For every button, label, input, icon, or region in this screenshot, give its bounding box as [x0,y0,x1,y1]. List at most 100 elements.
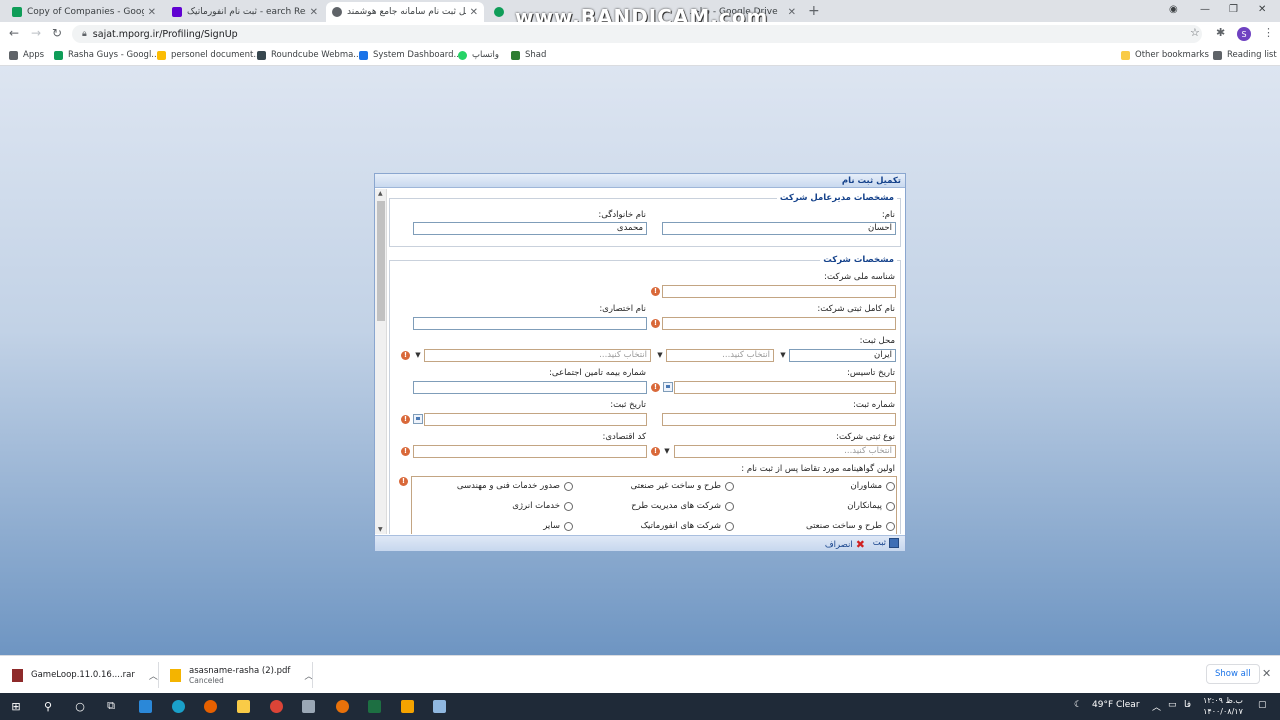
chrome-icon[interactable] [268,698,284,714]
radio-circle[interactable] [564,481,573,491]
calendar-icon[interactable] [413,414,423,424]
radio-informatics[interactable]: شرکت های انفورماتیک [640,521,734,531]
last-name-input[interactable]: محمدی [413,222,647,235]
reading-list[interactable]: Reading list [1213,50,1277,60]
tab-signup[interactable]: تکمیل ثبت نام سامانه جامع هوشمند ✕ [326,2,484,22]
show-all-button[interactable]: Show all [1206,664,1260,684]
cancel-button[interactable]: ✖ انصراف [825,538,865,551]
bookmark-personel[interactable]: personel document... [157,50,261,60]
tab-search-results[interactable]: ثبت نام انفورماتیک - earch Results ✕ [166,2,324,22]
radio-circle[interactable] [564,501,573,511]
radio-energy-services[interactable]: خدمات انرژی [512,501,573,511]
minimize-icon[interactable]: — [1200,4,1210,15]
forward-arrow-icon[interactable]: → [31,26,41,40]
chevron-up-icon[interactable]: ︿ [149,669,158,682]
download-item[interactable]: GameLoop.11.0.16....rar ︿ [12,662,158,688]
firefox-icon[interactable] [202,698,218,714]
reload-icon[interactable]: ↻ [52,26,62,40]
notepad-icon[interactable] [431,698,447,714]
radio-circle[interactable] [886,501,895,511]
radio-contractors[interactable]: پیمانکاران [847,501,895,511]
language-indicator[interactable]: فا [1184,700,1191,710]
bookmark-system-dashboard[interactable]: System Dashboard... [359,50,462,60]
radio-circle[interactable] [886,521,895,531]
bookmark-whatsapp[interactable]: واتساپ [458,50,499,60]
radio-circle[interactable] [725,501,734,511]
mail-icon[interactable] [137,698,153,714]
bookmark-shad[interactable]: Shad [511,50,546,60]
economic-code-input[interactable] [413,445,647,458]
scrollbar-thumb[interactable] [377,201,385,321]
edge-icon[interactable] [170,698,186,714]
radio-project-management[interactable]: شرکت های مدیریت طرح [631,501,734,511]
store-icon[interactable] [300,698,316,714]
chevron-down-icon[interactable]: ▼ [655,349,665,361]
chevron-down-icon[interactable]: ▼ [778,349,788,361]
calendar-icon[interactable] [663,382,673,392]
weather-text[interactable]: 49°F Clear [1092,700,1140,710]
other-bookmarks[interactable]: Other bookmarks [1121,50,1209,60]
back-arrow-icon[interactable]: ← [9,26,19,40]
network-icon[interactable]: ▭ [1168,700,1177,710]
country-select[interactable]: ایران [789,349,896,362]
windows-taskbar: ⊞ ⚲ ○ ⧉ ☾ 49°F Clear ︿ ▭ فا ۱۲:۰۹ ب.ظ ۱۴… [0,693,1280,720]
insurance-input[interactable] [413,381,647,394]
close-icon[interactable]: ✕ [470,7,478,18]
bookmark-apps[interactable]: Apps [9,50,44,60]
close-icon[interactable]: ✕ [148,7,156,18]
window-close-icon[interactable]: ✕ [1258,4,1266,15]
download-item[interactable]: asasname-rasha (2).pdf Canceled ︿ [170,662,313,688]
radio-consultants[interactable]: مشاوران [850,481,895,491]
radio-non-industrial-epc[interactable]: طرح و ساخت غیر صنعتی [631,481,734,491]
full-name-input[interactable] [662,317,896,330]
close-icon[interactable]: ✕ [1262,667,1271,680]
bookmark-rasha-guys[interactable]: Rasha Guys - Googl... [54,50,159,60]
bookmark-star-icon[interactable]: ☆ [1190,26,1200,39]
radio-circle[interactable] [564,521,573,531]
scroll-up-icon[interactable]: ▲ [378,190,383,197]
company-type-select[interactable]: انتخاب کنید... [674,445,896,458]
dialog-scrollbar[interactable]: ▲ ▼ [375,189,387,534]
chrome-active-icon[interactable] [334,698,350,714]
national-id-input[interactable] [662,285,896,298]
notifications-icon[interactable]: ▢ [1258,700,1267,710]
first-name-input[interactable]: احسان [662,222,896,235]
search-icon[interactable]: ⚲ [40,698,56,714]
province-select[interactable]: انتخاب کنید... [666,349,774,362]
taskbar-clock[interactable]: ۱۲:۰۹ ب.ظ ۱۴۰۰/۰۸/۱۷ [1198,695,1248,717]
chevron-down-icon[interactable]: ▼ [662,445,672,457]
close-icon[interactable]: ✕ [310,7,318,18]
extensions-icon[interactable]: ✱ [1216,26,1225,39]
chevron-down-icon[interactable]: ▼ [413,349,423,361]
menu-icon[interactable]: ⋮ [1263,26,1274,39]
cortana-icon[interactable]: ○ [72,698,88,714]
full-name-label: نام کامل ثبتی شرکت: [817,304,895,314]
save-button[interactable]: ثبت [873,538,899,548]
excel-icon[interactable] [366,698,382,714]
radio-circle[interactable] [725,521,734,531]
tab-search-icon[interactable]: ◉ [1169,4,1178,15]
reg-number-input[interactable] [662,413,896,426]
close-icon[interactable]: ✕ [788,7,796,18]
scroll-down-icon[interactable]: ▼ [378,526,383,533]
address-bar[interactable]: 🔒︎ sajat.mporg.ir/Profiling/SignUp [72,25,1202,43]
file-explorer-icon[interactable] [235,698,251,714]
radio-industrial-epc[interactable]: طرح و ساخت صنعتی [806,521,895,531]
tray-chevron-up-icon[interactable]: ︿ [1152,700,1161,713]
profile-avatar[interactable]: S [1237,27,1251,41]
app-icon[interactable] [399,698,415,714]
bookmark-roundcube[interactable]: Roundcube Webma... [257,50,361,60]
radio-circle[interactable] [886,481,895,491]
short-name-input[interactable] [413,317,647,330]
tab-google-sheets[interactable]: Copy of Companies - Google She ✕ [6,2,162,22]
radio-technical-services-export[interactable]: صدور خدمات فنی و مهندسی [457,481,573,491]
windows-start-icon[interactable]: ⊞ [8,698,24,714]
reg-date-input[interactable] [424,413,647,426]
city-select[interactable]: انتخاب کنید... [424,349,651,362]
restore-icon[interactable]: ❐ [1229,4,1238,15]
radio-circle[interactable] [725,481,734,491]
founding-date-input[interactable] [674,381,896,394]
new-tab-button[interactable]: + [808,3,820,19]
task-view-icon[interactable]: ⧉ [103,698,119,714]
radio-other[interactable]: سایر [543,521,573,531]
